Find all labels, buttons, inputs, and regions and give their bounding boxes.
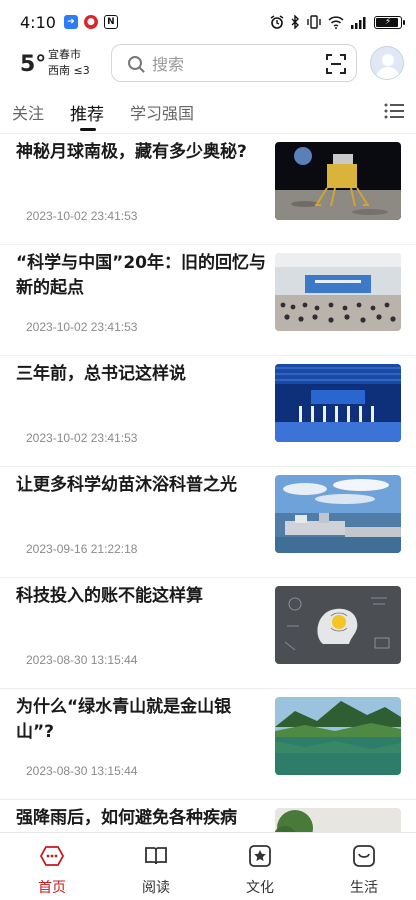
nfc-icon: N <box>103 15 118 29</box>
scan-icon[interactable] <box>326 54 346 74</box>
top-header: 5° 宜春市 西南 ≤3 搜索 <box>0 44 416 84</box>
tab-following[interactable]: 关注 <box>12 100 44 124</box>
channel-tabs: 关注 推荐 学习强国 <box>0 90 416 134</box>
status-left: 4:10 ➜ ● N <box>20 13 118 32</box>
tab-xuexi-qiangguo[interactable]: 学习强国 <box>130 100 194 124</box>
nav-home[interactable]: 首页 <box>12 843 92 897</box>
article-title: 让更多科学幼苗沐浴科普之光 <box>16 475 237 495</box>
nav-reading[interactable]: 阅读 <box>116 843 196 897</box>
red-app-icon: ● <box>83 15 98 29</box>
status-bar: 4:10 ➜ ● N ⚡ <box>0 0 416 44</box>
culture-icon <box>249 845 271 867</box>
conference-hall-image <box>275 253 401 331</box>
article-item[interactable]: 让更多科学幼苗沐浴科普之光 2023-09-16 21:22:18 <box>0 467 416 578</box>
article-item[interactable]: 三年前，总书记这样说 2023-10-02 23:41:53 <box>0 356 416 467</box>
article-time: 2023-08-30 13:15:44 <box>26 653 138 667</box>
weather-temperature[interactable]: 5° <box>20 52 46 77</box>
article-item[interactable]: 神秘月球南极，藏有多少奥秘? 2023-10-02 23:41:53 <box>0 134 416 245</box>
avatar-head-shape <box>382 54 394 66</box>
search-icon <box>128 56 142 70</box>
book-icon <box>145 847 167 865</box>
article-title: “科学与中国”20年：旧的回忆与新的起点 <box>16 253 267 298</box>
signal-icon <box>351 16 366 29</box>
weather-city: 宜春市 <box>48 48 81 61</box>
home-icon <box>39 846 65 866</box>
article-time: 2023-09-16 21:22:18 <box>26 542 138 556</box>
channel-menu-icon[interactable] <box>384 102 404 120</box>
article-title: 科技投入的账不能这样算 <box>16 586 203 606</box>
lunar-lander-image <box>275 142 401 220</box>
vibrate-icon <box>307 15 321 29</box>
life-icon <box>353 845 375 867</box>
status-time: 4:10 <box>20 12 56 32</box>
lake-mountain-image <box>275 697 401 775</box>
article-item[interactable]: 强降雨后，如何避免各种疾病 <box>0 800 416 832</box>
avatar-body-shape <box>376 67 400 79</box>
bottom-navigation: 首页 阅读 文化 生活 <box>0 832 416 900</box>
blue-app-icon: ➜ <box>63 15 78 29</box>
nav-reading-label: 阅读 <box>142 880 170 896</box>
alarm-icon <box>270 15 284 29</box>
article-time: 2023-10-02 23:41:53 <box>26 209 138 223</box>
weather-wind: 西南 ≤3 <box>48 64 90 77</box>
coastal-facility-image <box>275 475 401 553</box>
battery-icon: ⚡ <box>374 15 405 29</box>
avatar[interactable] <box>370 46 404 80</box>
article-feed: 神秘月球南极，藏有多少奥秘? 2023-10-02 23:41:53 “科学与中… <box>0 134 416 832</box>
brain-sketch-image <box>275 586 401 664</box>
article-item[interactable]: 科技投入的账不能这样算 2023-08-30 13:15:44 <box>0 578 416 689</box>
article-item[interactable]: “科学与中国”20年：旧的回忆与新的起点 2023-10-02 23:41:53 <box>0 245 416 356</box>
article-title: 神秘月球南极，藏有多少奥秘? <box>16 142 247 162</box>
wifi-icon <box>328 15 344 29</box>
tab-recommended[interactable]: 推荐 <box>70 100 104 125</box>
status-right: ⚡ <box>270 15 405 29</box>
nav-culture-label: 文化 <box>246 880 274 896</box>
bluetooth-icon <box>291 15 299 29</box>
article-time: 2023-08-30 13:15:44 <box>26 764 138 778</box>
article-title: 三年前，总书记这样说 <box>16 364 186 384</box>
article-title: 强降雨后，如何避免各种疾病 <box>16 808 237 828</box>
article-time: 2023-10-02 23:41:53 <box>26 431 138 445</box>
active-tab-indicator <box>80 128 96 131</box>
search-input[interactable]: 搜索 <box>111 44 357 82</box>
stage-event-image <box>275 364 401 442</box>
tree-image <box>275 808 401 832</box>
article-time: 2023-10-02 23:41:53 <box>26 320 138 334</box>
nav-life[interactable]: 生活 <box>324 843 404 897</box>
nav-culture[interactable]: 文化 <box>220 843 300 897</box>
article-title: 为什么“绿水青山就是金山银山”? <box>16 697 232 742</box>
nav-home-label: 首页 <box>38 880 66 896</box>
nav-life-label: 生活 <box>350 880 378 896</box>
weather-location[interactable]: 宜春市 西南 ≤3 <box>48 47 90 79</box>
search-placeholder: 搜索 <box>152 55 185 74</box>
article-item[interactable]: 为什么“绿水青山就是金山银山”? 2023-08-30 13:15:44 <box>0 689 416 800</box>
